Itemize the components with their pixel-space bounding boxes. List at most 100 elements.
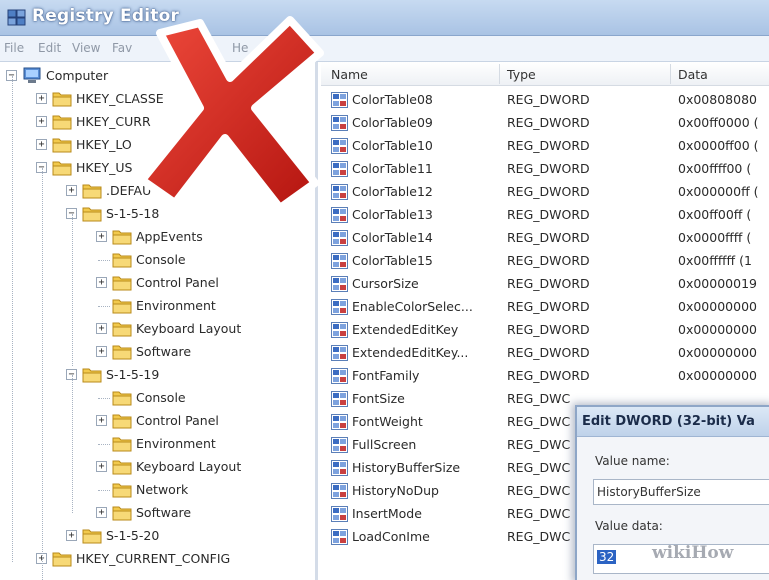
dialog-title-bar[interactable]: Edit DWORD (32-bit) Va <box>577 407 769 437</box>
folder-icon <box>112 320 132 337</box>
tree-item[interactable]: + Control Panel <box>0 272 315 295</box>
tree-item[interactable]: + S-1-5-20 <box>0 525 315 548</box>
list-header: Name Type Data <box>321 62 769 86</box>
expand-icon[interactable]: + <box>96 415 107 426</box>
cell-data: 0x00000000 <box>678 322 757 337</box>
tree-connector <box>98 398 110 399</box>
table-row[interactable]: ColorTable12 REG_DWORD 0x000000ff ( <box>321 181 769 204</box>
menu-bar: File Edit View Fav He <box>0 36 769 62</box>
reg-binary-value-icon <box>331 253 348 269</box>
tree-item[interactable]: Network <box>0 479 315 502</box>
tree-item[interactable]: + Keyboard Layout <box>0 318 315 341</box>
tree-item[interactable]: + AppEvents <box>0 226 315 249</box>
table-row[interactable]: ExtendedEditKey... REG_DWORD 0x00000000 <box>321 342 769 365</box>
folder-icon <box>112 251 132 268</box>
column-header-type[interactable]: Type <box>507 67 536 82</box>
cell-type: REG_DWORD <box>507 161 590 176</box>
reg-binary-value-icon <box>331 414 348 430</box>
expand-icon[interactable]: + <box>96 461 107 472</box>
value-name-text: HistoryBufferSize <box>597 485 701 499</box>
cell-name: ExtendedEditKey <box>352 322 459 337</box>
cell-name: ColorTable10 <box>352 138 433 153</box>
table-row[interactable]: ColorTable15 REG_DWORD 0x00ffffff (1 <box>321 250 769 273</box>
folder-icon <box>112 228 132 245</box>
value-data-label: Value data: <box>595 519 663 533</box>
reg-binary-value-icon <box>331 483 348 499</box>
column-separator[interactable] <box>670 64 671 84</box>
expand-icon[interactable]: + <box>96 346 107 357</box>
expand-icon[interactable]: + <box>36 93 47 104</box>
computer-icon <box>22 67 42 84</box>
table-row[interactable]: FontFamily REG_DWORD 0x00000000 <box>321 365 769 388</box>
table-row[interactable]: EnableColorSelec... REG_DWORD 0x00000000 <box>321 296 769 319</box>
tree-item-label: Control Panel <box>136 413 219 428</box>
table-row[interactable]: ColorTable13 REG_DWORD 0x00ff00ff ( <box>321 204 769 227</box>
tree-connector <box>98 444 110 445</box>
expand-icon[interactable]: + <box>66 185 77 196</box>
tree-item[interactable]: Console <box>0 387 315 410</box>
menu-edit[interactable]: Edit <box>38 41 61 55</box>
tree-item-label: Software <box>136 344 192 359</box>
table-row[interactable]: ColorTable08 REG_DWORD 0x00808080 <box>321 89 769 112</box>
cell-type: REG_DWORD <box>507 92 590 107</box>
column-separator[interactable] <box>499 64 500 84</box>
cell-type: REG_DWORD <box>507 138 590 153</box>
expand-icon[interactable]: + <box>96 277 107 288</box>
table-row[interactable]: ColorTable09 REG_DWORD 0x00ff0000 ( <box>321 112 769 135</box>
cell-name: CursorSize <box>352 276 419 291</box>
expand-icon[interactable]: + <box>96 507 107 518</box>
expand-icon[interactable]: + <box>96 231 107 242</box>
expand-icon[interactable]: + <box>66 530 77 541</box>
menu-view[interactable]: View <box>72 41 100 55</box>
table-row[interactable]: ColorTable14 REG_DWORD 0x0000ffff ( <box>321 227 769 250</box>
tree-item[interactable]: Console <box>0 249 315 272</box>
cell-data: 0x00000000 <box>678 368 757 383</box>
tree-item-label: Environment <box>136 436 216 451</box>
folder-icon <box>112 504 132 521</box>
cell-type: REG_DWORD <box>507 115 590 130</box>
value-name-field[interactable]: HistoryBufferSize <box>593 479 769 505</box>
tree-item[interactable]: + Software <box>0 341 315 364</box>
cell-data: 0x00808080 <box>678 92 757 107</box>
tree-item[interactable]: Environment <box>0 433 315 456</box>
tree-item[interactable]: + Control Panel <box>0 410 315 433</box>
tree-item-label: Environment <box>136 298 216 313</box>
reg-binary-value-icon <box>331 506 348 522</box>
expand-icon[interactable]: + <box>96 323 107 334</box>
tree-item-label: Keyboard Layout <box>136 459 242 474</box>
tree-item[interactable]: + Software <box>0 502 315 525</box>
cell-type: REG_DWC <box>507 506 571 521</box>
reg-binary-value-icon <box>331 276 348 292</box>
table-row[interactable]: ExtendedEditKey REG_DWORD 0x00000000 <box>321 319 769 342</box>
reg-binary-value-icon <box>331 437 348 453</box>
folder-icon <box>112 435 132 452</box>
cell-data: 0x000000ff ( <box>678 184 759 199</box>
expand-icon[interactable]: + <box>36 139 47 150</box>
tree-item[interactable]: − S-1-5-19 <box>0 364 315 387</box>
table-row[interactable]: CursorSize REG_DWORD 0x00000019 <box>321 273 769 296</box>
table-row[interactable]: ColorTable10 REG_DWORD 0x0000ff00 ( <box>321 135 769 158</box>
cell-name: ColorTable09 <box>352 115 433 130</box>
expand-icon[interactable]: + <box>36 116 47 127</box>
folder-icon <box>82 182 102 199</box>
folder-icon <box>82 527 102 544</box>
tree-item[interactable]: + HKEY_CURRENT_CONFIG <box>0 548 315 571</box>
cell-type: REG_DWORD <box>507 322 590 337</box>
tree-item-label: S-1-5-19 <box>106 367 160 382</box>
tree-item-label: HKEY_CURRENT_CONFIG <box>76 551 231 566</box>
menu-file[interactable]: File <box>4 41 24 55</box>
tree-connector <box>98 490 110 491</box>
tree-item[interactable]: + Keyboard Layout <box>0 456 315 479</box>
reg-binary-value-icon <box>331 322 348 338</box>
cell-type: REG_DWC <box>507 529 571 544</box>
table-row[interactable]: ColorTable11 REG_DWORD 0x00ffff00 ( <box>321 158 769 181</box>
tree-item[interactable]: Environment <box>0 295 315 318</box>
tree-connector <box>98 306 110 307</box>
column-header-data[interactable]: Data <box>678 67 708 82</box>
cell-name: HistoryBufferSize <box>352 460 461 475</box>
cell-data: 0x00000000 <box>678 345 757 360</box>
folder-icon <box>52 113 72 130</box>
folder-icon <box>52 550 72 567</box>
reg-binary-value-icon <box>331 345 348 361</box>
cell-name: FontSize <box>352 391 405 406</box>
